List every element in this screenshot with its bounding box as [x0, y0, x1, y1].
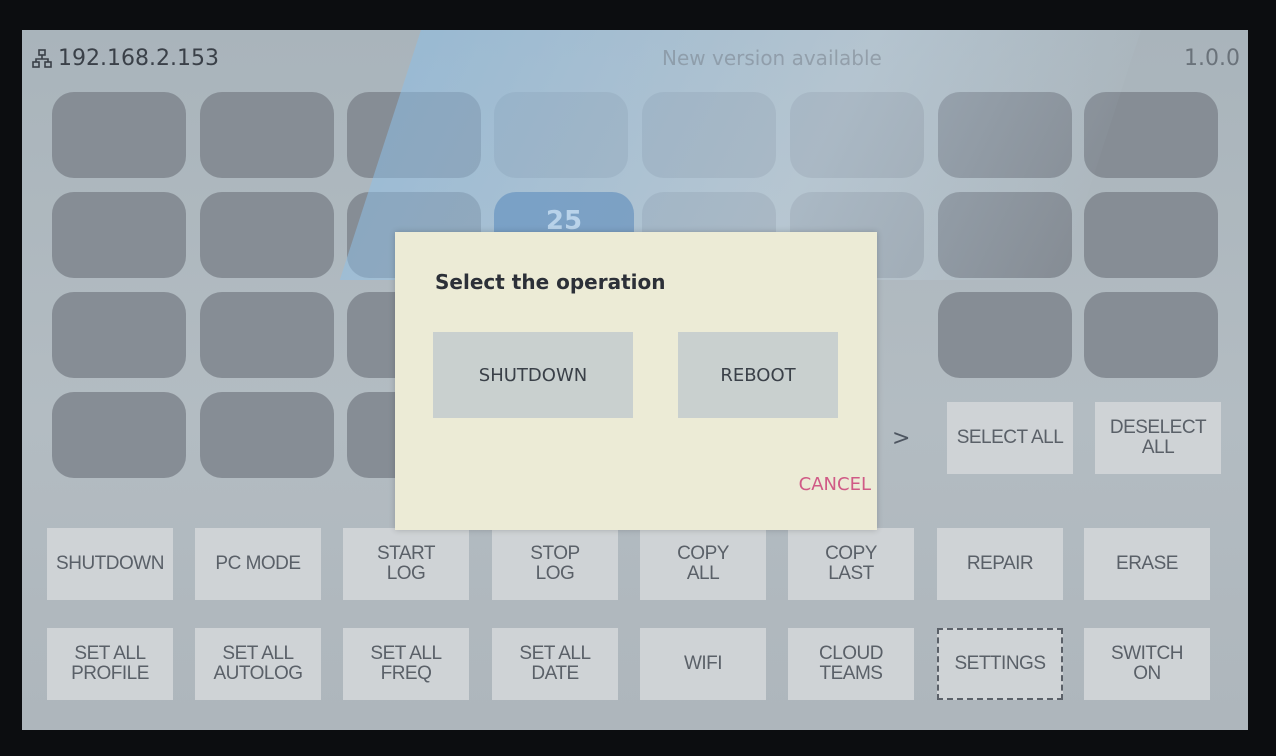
- update-notice[interactable]: New version available: [662, 46, 882, 70]
- ip-address-text: 192.168.2.153: [58, 46, 219, 71]
- device-screen: 25 192.168.2.153 New version available 1…: [22, 30, 1248, 730]
- device-tile[interactable]: [52, 292, 186, 378]
- switch-on-button[interactable]: SWITCH ON: [1084, 628, 1210, 700]
- copy-all-button[interactable]: COPY ALL: [640, 528, 766, 600]
- start-log-button[interactable]: START LOG: [343, 528, 469, 600]
- deselect-all-button[interactable]: DESELECT ALL: [1095, 402, 1221, 474]
- device-tile[interactable]: [494, 92, 628, 178]
- device-tile[interactable]: [790, 92, 924, 178]
- wifi-button[interactable]: WIFI: [640, 628, 766, 700]
- device-tile[interactable]: [200, 92, 334, 178]
- dialog-cancel-button[interactable]: CANCEL: [799, 474, 871, 495]
- device-tile[interactable]: [1084, 292, 1218, 378]
- next-page-arrow[interactable]: >: [892, 426, 910, 451]
- set-all-date-button[interactable]: SET ALL DATE: [492, 628, 618, 700]
- set-all-freq-button[interactable]: SET ALL FREQ: [343, 628, 469, 700]
- device-tile[interactable]: [938, 192, 1072, 278]
- device-tile[interactable]: [642, 92, 776, 178]
- copy-last-button[interactable]: COPY LAST: [788, 528, 914, 600]
- settings-button[interactable]: SETTINGS: [937, 628, 1063, 700]
- cloud-teams-button[interactable]: CLOUD TEAMS: [788, 628, 914, 700]
- dialog-reboot-button[interactable]: REBOOT: [678, 332, 838, 418]
- ip-address: 192.168.2.153: [32, 46, 219, 71]
- status-bar: 192.168.2.153 New version available 1.0.…: [22, 30, 1248, 80]
- operation-dialog: Select the operation SHUTDOWN REBOOT CAN…: [395, 232, 877, 530]
- repair-button[interactable]: REPAIR: [937, 528, 1063, 600]
- erase-button[interactable]: ERASE: [1084, 528, 1210, 600]
- device-tile[interactable]: [1084, 192, 1218, 278]
- version-label: 1.0.0: [1184, 46, 1240, 71]
- device-tile[interactable]: [200, 292, 334, 378]
- device-tile[interactable]: [1084, 92, 1218, 178]
- device-tile[interactable]: [938, 92, 1072, 178]
- set-all-profile-button[interactable]: SET ALL PROFILE: [47, 628, 173, 700]
- device-tile[interactable]: [52, 392, 186, 478]
- device-tile[interactable]: [52, 192, 186, 278]
- select-all-button[interactable]: SELECT ALL: [947, 402, 1073, 474]
- network-icon: [32, 48, 52, 68]
- device-tile[interactable]: [938, 292, 1072, 378]
- device-tile[interactable]: [200, 392, 334, 478]
- device-tile[interactable]: [52, 92, 186, 178]
- pc-mode-button[interactable]: PC MODE: [195, 528, 321, 600]
- device-tile[interactable]: [200, 192, 334, 278]
- dialog-title: Select the operation: [435, 270, 666, 294]
- device-tile[interactable]: [347, 92, 481, 178]
- set-all-autolog-button[interactable]: SET ALL AUTOLOG: [195, 628, 321, 700]
- shutdown-button[interactable]: SHUTDOWN: [47, 528, 173, 600]
- stop-log-button[interactable]: STOP LOG: [492, 528, 618, 600]
- dialog-shutdown-button[interactable]: SHUTDOWN: [433, 332, 633, 418]
